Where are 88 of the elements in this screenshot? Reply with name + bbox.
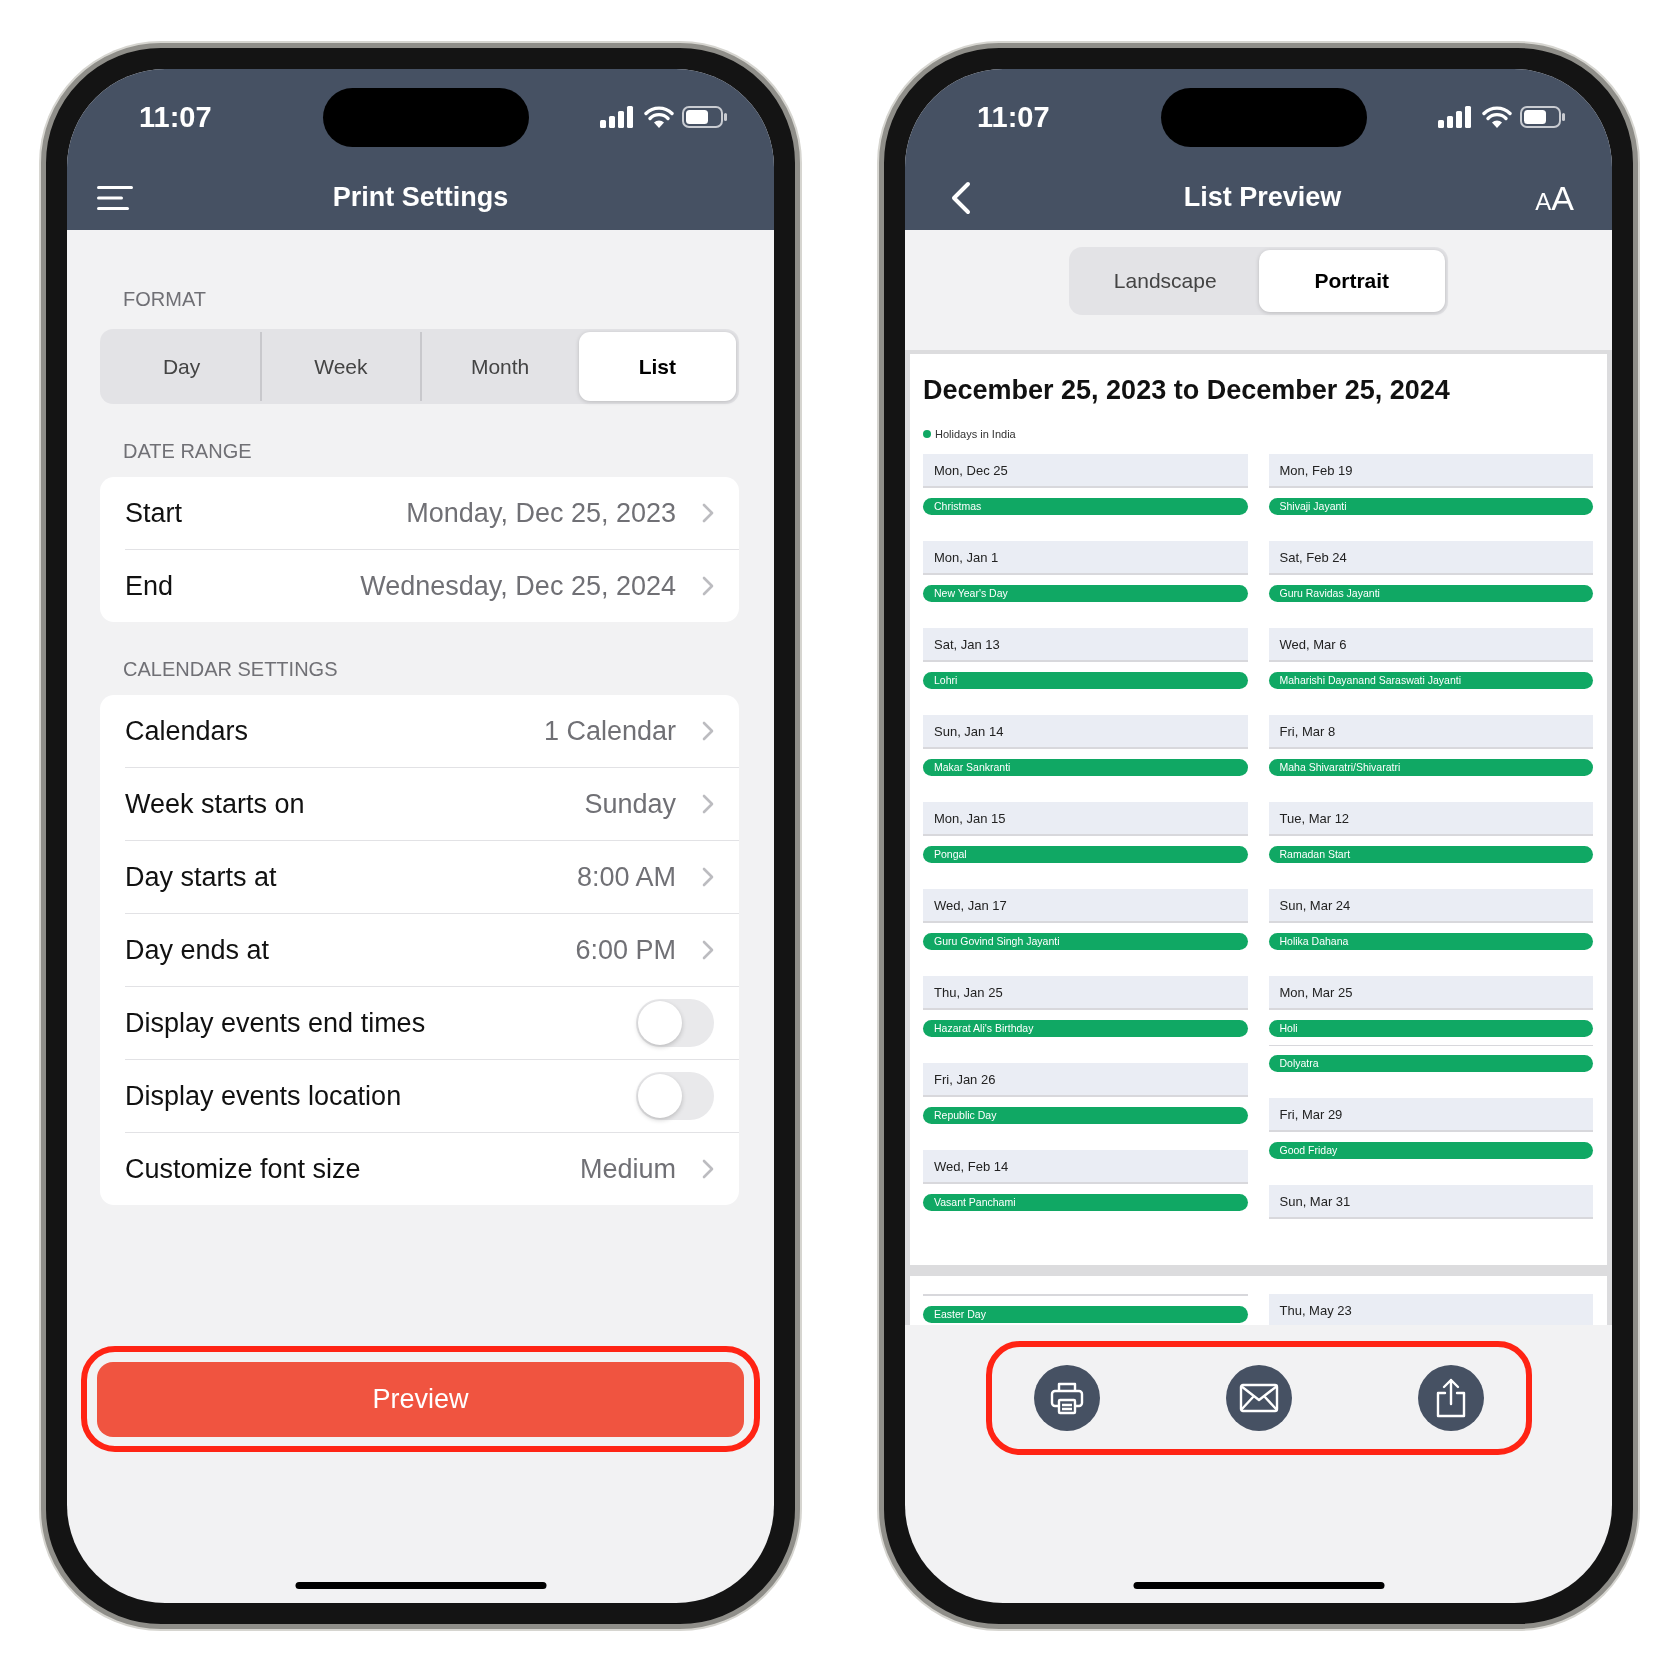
setting-value[interactable]: 1 Calendar [543,715,676,747]
event-bar: Makar Sankranti [923,759,1248,776]
screen-title: List Preview [1183,182,1342,213]
setting-value[interactable]: 6:00 PM [575,934,676,966]
format-tab[interactable]: Day [103,332,261,401]
date-header: Wed, Feb 14 [923,1150,1248,1184]
date-header: Mon, Feb 19 [1268,454,1593,488]
setting-label: Calendars [125,715,250,747]
date-header: Mon, Dec 25 [923,454,1248,488]
date-header: Sun, Jan 14 [923,715,1248,749]
chevron-icon [702,576,714,596]
event-bar: Christmas [923,498,1248,515]
event-bar: Lohri [923,672,1248,689]
setting-value[interactable]: 8:00 AM [576,861,676,893]
setting-label: Display events end times [125,1007,427,1039]
menu-icon[interactable] [97,184,133,211]
signal-icon [1438,106,1474,128]
toggle-switch[interactable] [636,1072,714,1120]
event-bar: Vasant Panchami [923,1194,1248,1211]
setting-label: Day ends at [125,934,271,966]
section-heading: FORMAT [122,287,207,311]
date-header: Sat, Jan 13 [923,628,1248,662]
orientation-tab[interactable]: Landscape [1072,250,1259,312]
date-header: Tue, Mar 12 [1268,802,1593,836]
chevron-icon [702,940,714,960]
setting-label: Week starts on [125,788,306,820]
event-bar: Hazarat Ali's Birthday [923,1020,1248,1037]
section-heading: DATE RANGE [122,439,253,463]
date-header: Fri, Mar 29 [1268,1098,1593,1132]
setting-label: Start [125,497,184,529]
event-bar: Holi [1268,1020,1593,1037]
date-header: Sat, Feb 24 [1268,541,1593,575]
date-header: Sun, Mar 31 [1268,1185,1593,1219]
status-time: 11:07 [139,100,213,134]
chevron-icon [702,867,714,887]
screen-title: Print Settings [332,182,509,213]
event-bar: Republic Day [923,1107,1248,1124]
date-header: Mon, Mar 25 [1268,976,1593,1010]
event-bar: Guru Ravidas Jayanti [1268,585,1593,602]
toggle-switch[interactable] [636,999,714,1047]
preview-button[interactable]: Preview [97,1362,744,1437]
date-header: Fri, Jan 26 [923,1063,1248,1097]
event-bar: Ramadan Start [1268,846,1593,863]
event-bar: Maharishi Dayanand Saraswati Jayanti [1268,672,1593,689]
date-header: Sun, Mar 24 [1268,889,1593,923]
orientation-tab[interactable]: Portrait [1258,250,1445,312]
chevron-icon [702,794,714,814]
event-bar: Shivaji Jayanti [1268,498,1593,515]
battery-icon [682,106,728,128]
setting-value[interactable]: Monday, Dec 25, 2023 [406,497,676,529]
setting-label: Day starts at [125,861,278,893]
event-bar: New Year's Day [923,585,1248,602]
date-header: Wed, Jan 17 [923,889,1248,923]
date-header: Fri, Mar 8 [1268,715,1593,749]
format-tab[interactable]: List [578,332,736,401]
date-header: Wed, Mar 6 [1268,628,1593,662]
setting-value[interactable]: Sunday [584,788,676,820]
signal-icon [600,106,636,128]
section-heading: CALENDAR SETTINGS [122,657,339,681]
date-header: Thu, May 23 [1268,1294,1593,1325]
date-header: Mon, Jan 15 [923,802,1248,836]
date-range-title: December 25, 2023 to December 25, 2024 [923,374,1451,407]
chevron-icon [702,721,714,741]
event-bar: Good Friday [1268,1142,1593,1159]
status-time: 11:07 [977,100,1051,134]
format-tab[interactable]: Week [260,332,420,401]
event-bar: Easter Day [923,1306,1248,1323]
event-bar: Holika Dahana [1268,933,1593,950]
setting-label: Customize font size [125,1153,362,1185]
setting-label: Display events location [125,1080,403,1112]
wifi-icon [644,106,674,128]
calendar-name: Holidays in India [935,428,1016,440]
setting-value[interactable]: Wednesday, Dec 25, 2024 [360,570,676,602]
chevron-icon [702,503,714,523]
chevron-icon [702,1159,714,1179]
date-header: Thu, Jan 25 [923,976,1248,1010]
text-size-button[interactable]: AA [1535,180,1574,215]
back-icon[interactable] [951,180,971,215]
setting-label: End [125,570,175,602]
event-bar: Pongal [923,846,1248,863]
envelope-icon [1238,1383,1279,1413]
setting-value[interactable]: Medium [579,1153,676,1185]
date-header: Mon, Jan 1 [923,541,1248,575]
battery-icon [1520,106,1566,128]
event-bar: Guru Govind Singh Jayanti [923,933,1248,950]
wifi-icon [1482,106,1512,128]
event-bar: Maha Shivaratri/Shivaratri [1268,759,1593,776]
event-bar: Dolyatra [1268,1055,1593,1072]
